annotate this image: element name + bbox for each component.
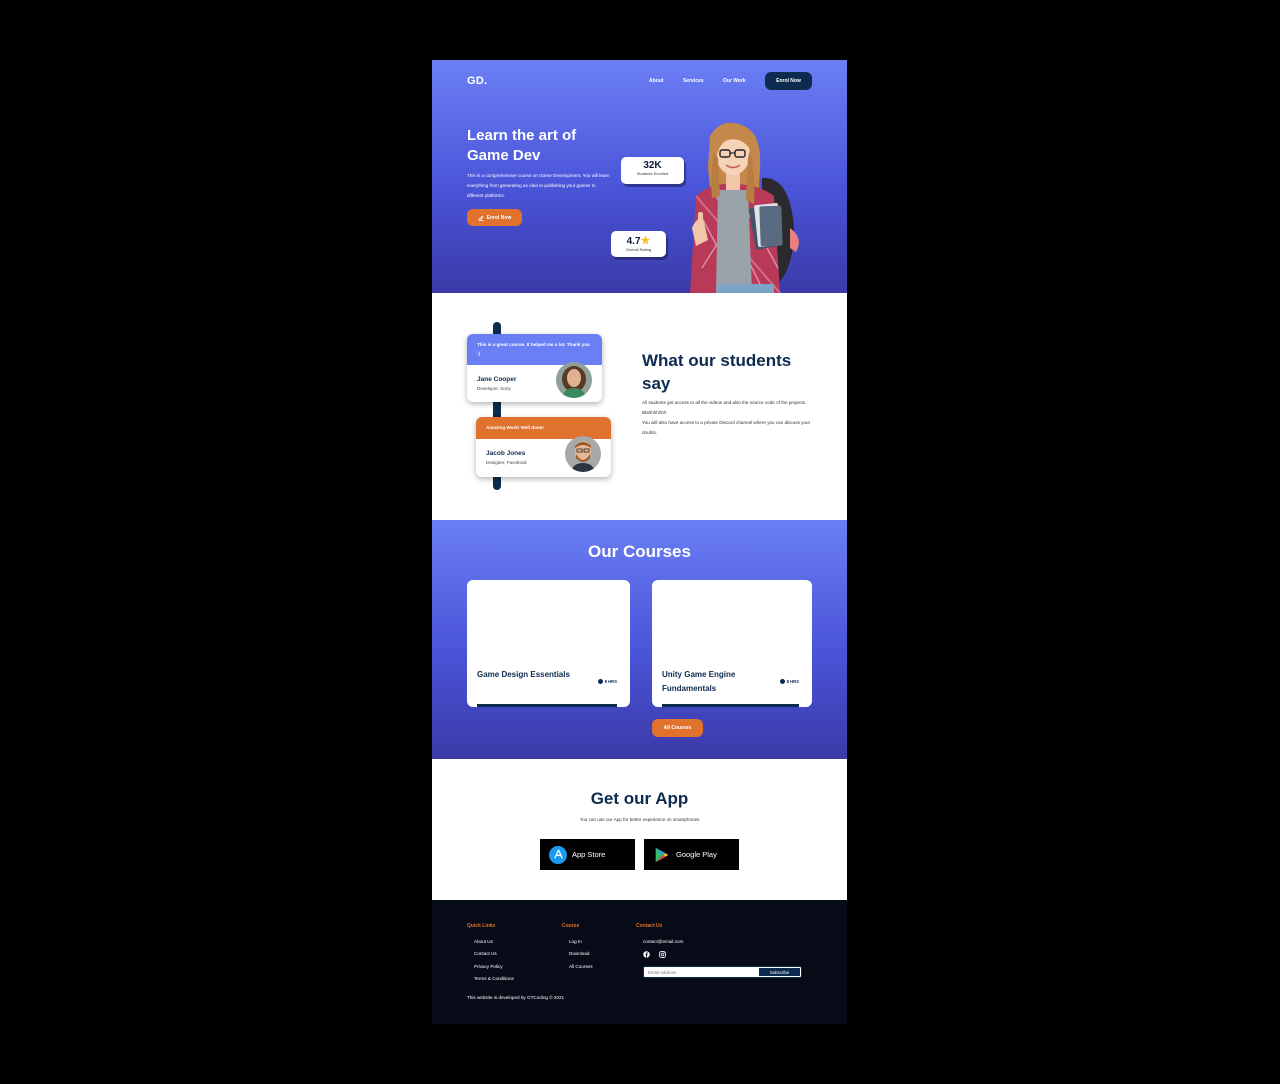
newsletter-form: Subscribe — [643, 966, 802, 978]
clock-icon — [597, 679, 603, 684]
testimonial-card: Amazing Work! Well done! Jacob Jones Des… — [476, 417, 611, 477]
app-description: You can use our App for better experienc… — [579, 817, 700, 822]
course-hours: 8 HRS — [604, 679, 617, 684]
quick-links-heading: Quick Links — [467, 923, 496, 929]
nav-services[interactable]: Services — [683, 78, 704, 84]
app-store-button[interactable]: App Store — [540, 839, 635, 870]
avatar — [565, 436, 601, 472]
testimonials-title: What our students say — [642, 351, 792, 393]
facebook-icon[interactable] — [643, 951, 650, 958]
star-icon: ★ — [640, 235, 651, 247]
course-duration: 8 HRS — [779, 679, 799, 684]
footer-link-about[interactable]: About Us — [474, 939, 493, 944]
all-courses-button[interactable]: All Courses — [652, 719, 703, 737]
courses-title: Our Courses — [588, 542, 691, 561]
nav-our-work[interactable]: Our Work — [723, 78, 746, 84]
footer-link-terms[interactable]: Terms & Conditions — [474, 976, 514, 981]
students-stat-card: 32K Students Enrolled — [621, 157, 684, 184]
testimonial-role: Designer, Facebook — [486, 460, 527, 465]
footer-link-download[interactable]: Download — [569, 951, 589, 956]
google-play-label: Google Play — [676, 850, 717, 859]
course-duration: 8 HRS — [597, 679, 617, 684]
course-heading: Course — [562, 923, 580, 929]
courses-section: Our Courses Game Design Essentials 8 HRS… — [432, 520, 847, 759]
students-label: Students Enrolled — [636, 171, 669, 176]
footer-credit: This website is developed by GTCoding © … — [467, 995, 565, 1000]
testimonial-name: Jacob Jones — [486, 450, 526, 457]
testimonial-card: This is a great course. It helped me a l… — [467, 334, 602, 402]
course-card-bar — [662, 704, 799, 707]
course-hours: 8 HRS — [786, 679, 799, 684]
appstore-icon — [549, 845, 567, 864]
testimonials-description: All students get access to all the video… — [642, 398, 817, 438]
hero-title: Learn the art of Game Dev — [467, 127, 577, 164]
students-count: 32K — [643, 160, 662, 171]
hero-description: This is a comprehensive course on Game D… — [467, 173, 610, 198]
hero-enrol-button[interactable]: Enrol Now — [467, 209, 522, 226]
course-card[interactable]: Game Design Essentials 8 HRS — [467, 580, 630, 707]
subscribe-button[interactable]: Subscribe — [759, 968, 800, 976]
google-play-button[interactable]: Google Play — [644, 839, 739, 870]
google-play-icon — [655, 847, 669, 862]
rating-stat-card: 4.7★ Overall Rating — [611, 231, 666, 257]
course-title: Unity Game Engine Fundamentals — [662, 670, 736, 693]
app-store-label: App Store — [572, 850, 606, 859]
app-title: Get our App — [590, 789, 689, 808]
footer-link-contact[interactable]: Contact Us — [474, 951, 497, 956]
contact-heading: Contact Us — [636, 923, 663, 929]
landing-page: GD. About Services Our Work Enrol Now Le… — [432, 60, 847, 1024]
avatar — [556, 362, 592, 398]
edit-icon — [478, 215, 484, 221]
clock-icon — [779, 679, 785, 684]
testimonial-quote: Amazing Work! Well done! — [476, 417, 611, 439]
course-card-bar — [477, 704, 617, 707]
footer-link-privacy[interactable]: Privacy Policy — [474, 964, 503, 969]
instagram-icon[interactable] — [659, 951, 666, 958]
contact-email[interactable]: contact@email.com — [643, 939, 683, 944]
course-title: Game Design Essentials — [477, 670, 570, 679]
hero-section: GD. About Services Our Work Enrol Now Le… — [432, 60, 847, 293]
footer-link-login[interactable]: Log In — [569, 939, 582, 944]
hero-enrol-label: Enrol Now — [486, 214, 512, 221]
footer: Quick Links About Us Contact Us Privacy … — [432, 900, 847, 1024]
testimonial-role: Developer, Sony — [477, 386, 511, 391]
email-input[interactable] — [648, 968, 748, 976]
nav-about[interactable]: About — [649, 78, 663, 84]
testimonial-name: Jane Cooper — [477, 376, 517, 383]
testimonials-section: This is a great course. It helped me a l… — [432, 293, 847, 520]
app-section: Get our App You can use our App for bett… — [432, 759, 847, 900]
testimonials-text-line: You will also have access to a private D… — [642, 420, 811, 435]
logo[interactable]: GD. — [467, 75, 487, 87]
footer-link-all-courses[interactable]: All Courses — [569, 964, 593, 969]
nav-enrol-button[interactable]: Enrol Now — [765, 72, 812, 90]
rating-value: 4.7 — [626, 236, 641, 247]
rating-label: Overall Rating — [625, 247, 652, 252]
course-card[interactable]: Unity Game Engine Fundamentals 8 HRS — [652, 580, 812, 707]
testimonials-text-line: All students get access to all the video… — [642, 400, 807, 415]
testimonial-quote: This is a great course. It helped me a l… — [467, 334, 602, 365]
student-illustration — [690, 122, 799, 293]
